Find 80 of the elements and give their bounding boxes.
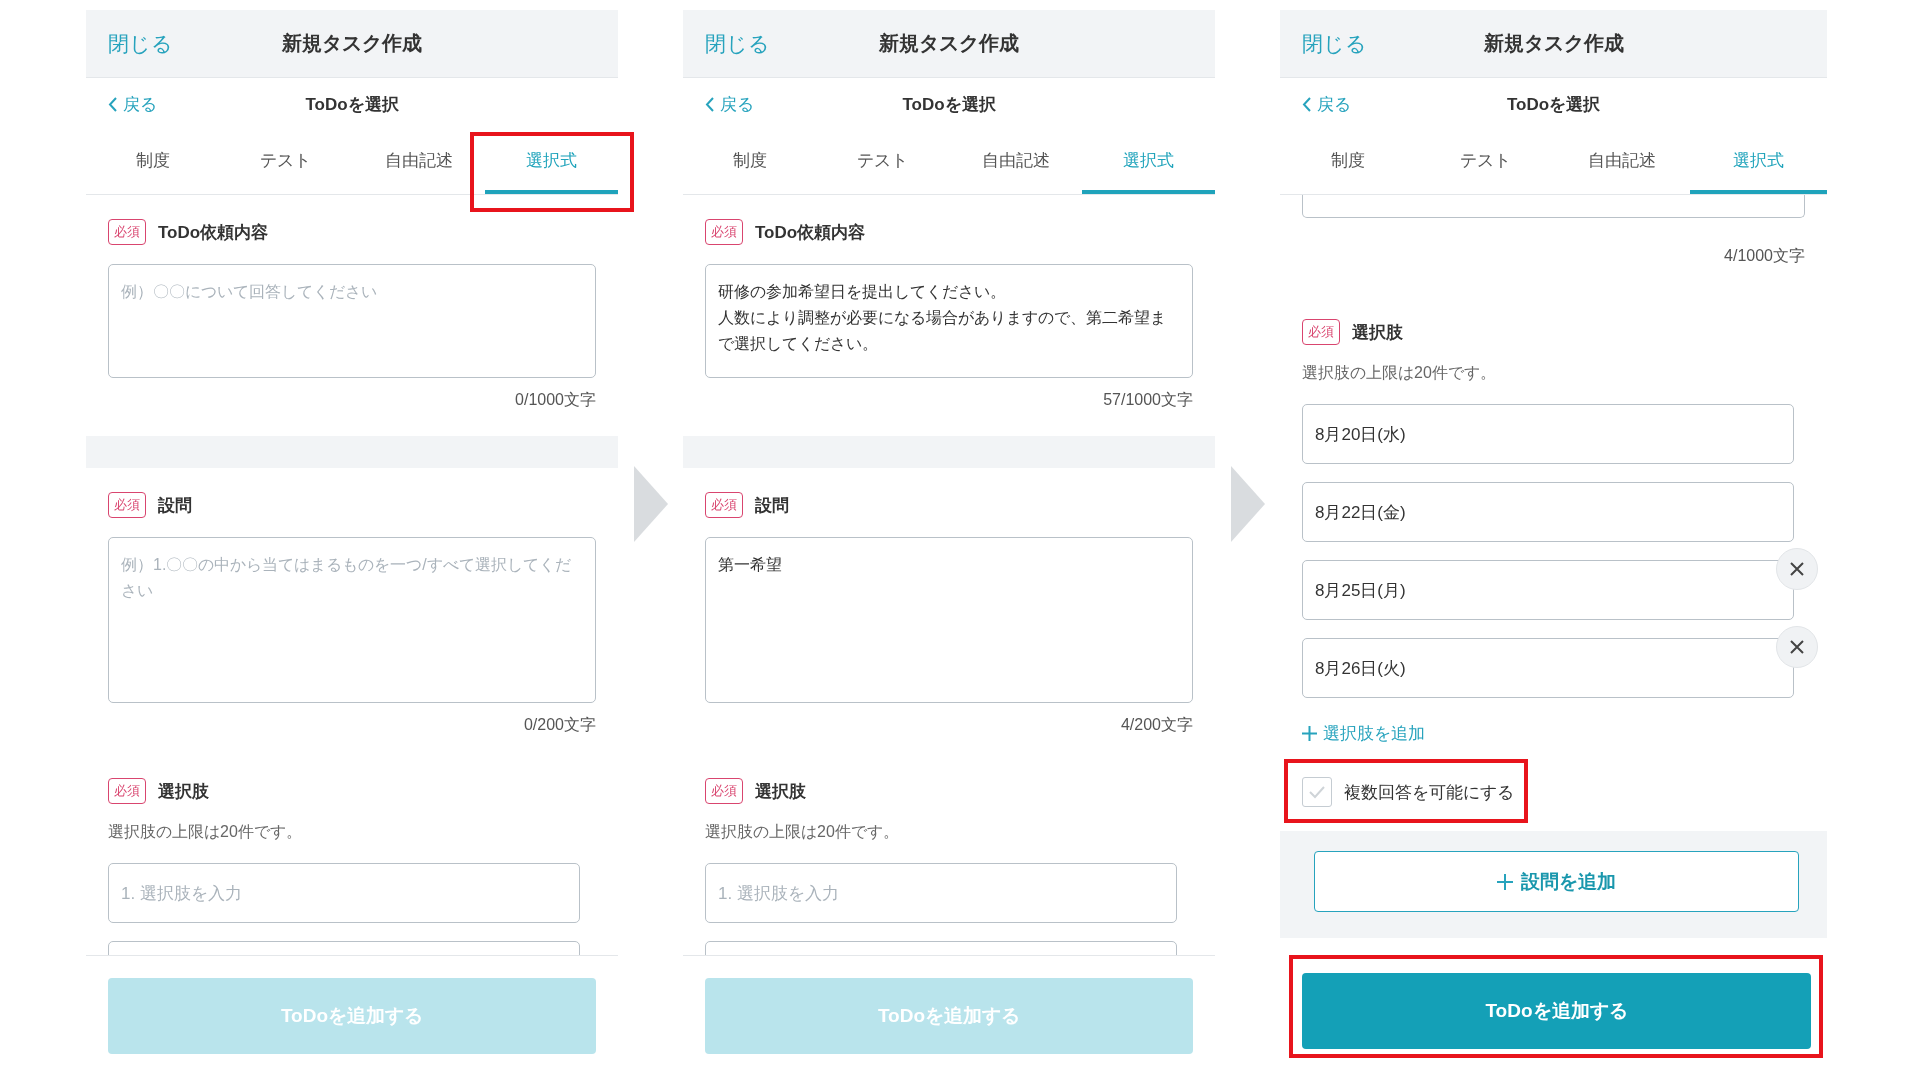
- tab[interactable]: 選択式: [1082, 130, 1215, 194]
- screen-title: 新規タスク作成: [879, 31, 1019, 56]
- back-link[interactable]: 戻る: [108, 92, 157, 116]
- field-label: ToDo依頼内容: [755, 221, 866, 244]
- field-label: 設問: [158, 494, 192, 517]
- checkbox[interactable]: [1302, 777, 1332, 807]
- tab[interactable]: 自由記述: [1553, 130, 1691, 194]
- nav-title: ToDoを選択: [305, 93, 399, 116]
- tab[interactable]: 選択式: [1690, 130, 1827, 194]
- add-todo-button[interactable]: ToDoを追加する: [1302, 973, 1811, 1049]
- character-counter: 0/200文字: [522, 715, 596, 735]
- field-label: 選択肢: [1352, 321, 1403, 344]
- field-label: 選択肢: [755, 780, 806, 803]
- close-link[interactable]: 閉じる: [108, 29, 173, 58]
- required-tag: 必須: [108, 778, 146, 804]
- remove-button[interactable]: [1776, 626, 1818, 668]
- back-label: 戻る: [720, 93, 754, 116]
- required-tag: 必須: [705, 492, 743, 518]
- add-question-label: 設問を追加: [1521, 869, 1616, 894]
- screen-title: 新規タスク作成: [282, 31, 422, 56]
- character-counter: 57/1000文字: [1102, 390, 1193, 410]
- character-counter: 4/1000文字: [1723, 246, 1805, 266]
- hint-text: 選択肢の上限は20件です。: [108, 822, 303, 842]
- add-choice-link[interactable]: 選択肢を追加: [1302, 722, 1425, 745]
- choice-input-field[interactable]: 1. 選択肢を入力: [705, 863, 1177, 923]
- tab[interactable]: 選択式: [485, 130, 618, 194]
- close-icon: [1790, 562, 1804, 576]
- required-tag: 必須: [108, 492, 146, 518]
- arrow-icon: [633, 466, 668, 542]
- chevron-left-icon: [1302, 96, 1311, 112]
- check-icon: [1308, 785, 1326, 799]
- text-area-field[interactable]: [1302, 195, 1805, 218]
- remove-button[interactable]: [1776, 548, 1818, 590]
- choice-input-field[interactable]: 8月22日(金): [1302, 482, 1794, 542]
- required-tag: 必須: [705, 219, 743, 245]
- tab[interactable]: 制度: [86, 130, 219, 194]
- close-link[interactable]: 閉じる: [1302, 29, 1367, 58]
- checkbox-label: 複数回答を可能にする: [1344, 781, 1514, 804]
- required-tag: 必須: [705, 778, 743, 804]
- back-label: 戻る: [1317, 93, 1351, 116]
- screen-title: 新規タスク作成: [1483, 31, 1624, 56]
- field-label: 設問: [755, 494, 789, 517]
- field-label: 選択肢: [158, 780, 209, 803]
- field-label: ToDo依頼内容: [158, 221, 269, 244]
- tab[interactable]: 制度: [1280, 130, 1417, 194]
- close-link[interactable]: 閉じる: [705, 29, 770, 58]
- plus-icon: [1302, 726, 1317, 741]
- tab[interactable]: テスト: [1416, 130, 1554, 194]
- chevron-left-icon: [108, 96, 117, 112]
- tab[interactable]: 自由記述: [352, 130, 485, 194]
- nav-title: ToDoを選択: [1506, 93, 1601, 116]
- back-label: 戻る: [123, 93, 157, 116]
- nav-title: ToDoを選択: [902, 93, 996, 116]
- add-question-button[interactable]: 設問を追加: [1314, 851, 1799, 912]
- hint-text: 選択肢の上限は20件です。: [705, 822, 900, 842]
- close-icon: [1790, 640, 1804, 654]
- field-text: 人数により調整が必要になる場合がありますので、第二希望まで選択してください。: [718, 308, 1167, 354]
- text-area-field[interactable]: 第一希望: [705, 537, 1193, 703]
- text-area-field[interactable]: 研修の参加希望日を提出してください。 人数により調整が必要になる場合がありますので、第二希望まで選択してください。: [705, 264, 1193, 378]
- add-choice-label: 選択肢を追加: [1323, 723, 1425, 745]
- required-tag: 必須: [1302, 319, 1340, 345]
- field-text: 第一希望: [718, 555, 783, 575]
- required-tag: 必須: [108, 219, 146, 245]
- hint-text: 選択肢の上限は20件です。: [1302, 363, 1497, 383]
- choice-input-field[interactable]: 8月20日(水): [1302, 404, 1794, 464]
- back-link[interactable]: 戻る: [1302, 92, 1351, 116]
- chevron-left-icon: [705, 96, 714, 112]
- character-counter: 0/1000文字: [514, 390, 596, 410]
- tab[interactable]: 自由記述: [949, 130, 1082, 194]
- choice-input-field[interactable]: 8月25日(月): [1302, 560, 1794, 620]
- tab[interactable]: 制度: [683, 130, 816, 194]
- plus-icon: [1497, 873, 1513, 890]
- choice-input-field[interactable]: 1. 選択肢を入力: [108, 863, 580, 923]
- field-text: 研修の参加希望日を提出してください。: [718, 282, 1007, 302]
- back-link[interactable]: 戻る: [705, 92, 754, 116]
- tab[interactable]: テスト: [219, 130, 352, 194]
- character-counter: 4/200文字: [1119, 715, 1193, 735]
- arrow-icon: [1230, 466, 1265, 542]
- choice-input-field[interactable]: 8月26日(火): [1302, 638, 1794, 698]
- tab[interactable]: テスト: [816, 130, 949, 194]
